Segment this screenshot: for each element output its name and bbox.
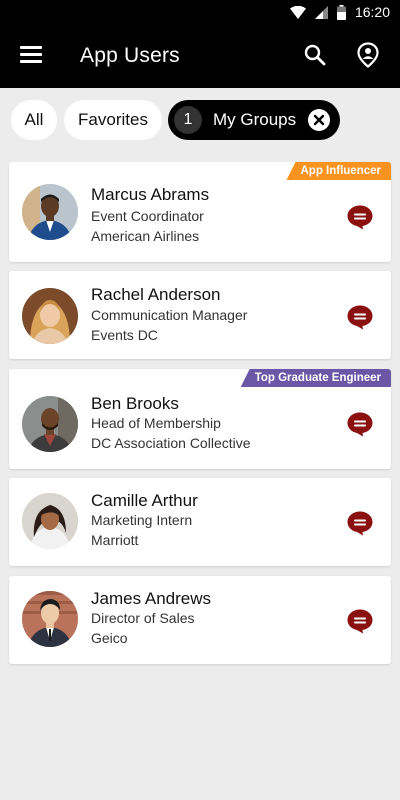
user-card[interactable]: Top Graduate Engineer Ben Brooks Head of… xyxy=(9,369,391,469)
avatar xyxy=(22,288,78,344)
user-name: Ben Brooks xyxy=(91,394,179,413)
profile-location-icon[interactable] xyxy=(357,42,379,73)
battery-icon xyxy=(336,4,346,20)
avatar xyxy=(22,396,78,452)
user-title: Communication Manager xyxy=(91,307,248,323)
search-icon[interactable] xyxy=(304,44,326,71)
user-company: Geico xyxy=(91,630,128,646)
avatar xyxy=(22,591,78,647)
status-time: 16:20 xyxy=(354,4,390,20)
chat-icon[interactable] xyxy=(346,510,374,536)
chat-icon[interactable] xyxy=(346,304,374,330)
user-card[interactable]: James Andrews Director of Sales Geico xyxy=(9,576,391,664)
user-card[interactable]: Rachel Anderson Communication Manager Ev… xyxy=(9,271,391,359)
user-name: Camille Arthur xyxy=(91,491,198,510)
user-company: American Airlines xyxy=(91,228,200,244)
filter-chips: All Favorites 1 My Groups xyxy=(0,100,400,140)
user-badge: App Influencer xyxy=(286,162,391,180)
cell-signal-icon xyxy=(314,5,328,19)
user-title: Director of Sales xyxy=(91,610,195,626)
user-card[interactable]: App Influencer Marcus Abrams Event Coord… xyxy=(9,162,391,262)
page-title: App Users xyxy=(80,44,180,67)
status-bar: 16:20 xyxy=(0,0,400,24)
user-name: Rachel Anderson xyxy=(91,285,221,304)
chat-icon[interactable] xyxy=(346,204,374,230)
user-title: Event Coordinator xyxy=(91,208,204,224)
user-company: Marriott xyxy=(91,532,139,548)
clear-filter-icon[interactable] xyxy=(308,109,330,131)
user-card[interactable]: Camille Arthur Marketing Intern Marriott xyxy=(9,478,391,566)
filter-favorites-label: Favorites xyxy=(78,110,148,129)
user-name: Marcus Abrams xyxy=(91,185,210,204)
user-title: Head of Membership xyxy=(91,415,221,431)
avatar xyxy=(22,184,78,240)
user-company: Events DC xyxy=(91,327,158,343)
menu-icon[interactable] xyxy=(20,46,42,64)
groups-count-badge: 1 xyxy=(174,106,202,134)
user-company: DC Association Collective xyxy=(91,435,251,451)
app-bar: App Users xyxy=(0,24,400,88)
user-name: James Andrews xyxy=(91,589,211,608)
filter-my-groups-chip[interactable]: 1 My Groups xyxy=(168,100,340,140)
filter-my-groups-label: My Groups xyxy=(213,110,297,129)
chat-icon[interactable] xyxy=(346,608,374,634)
filter-all-label: All xyxy=(24,110,44,129)
filter-all-chip[interactable]: All xyxy=(11,100,57,140)
user-badge: Top Graduate Engineer xyxy=(240,369,391,387)
chat-icon[interactable] xyxy=(346,411,374,437)
user-title: Marketing Intern xyxy=(91,512,193,528)
wifi-icon xyxy=(289,5,306,19)
filter-favorites-chip[interactable]: Favorites xyxy=(64,100,162,140)
avatar xyxy=(22,493,78,549)
